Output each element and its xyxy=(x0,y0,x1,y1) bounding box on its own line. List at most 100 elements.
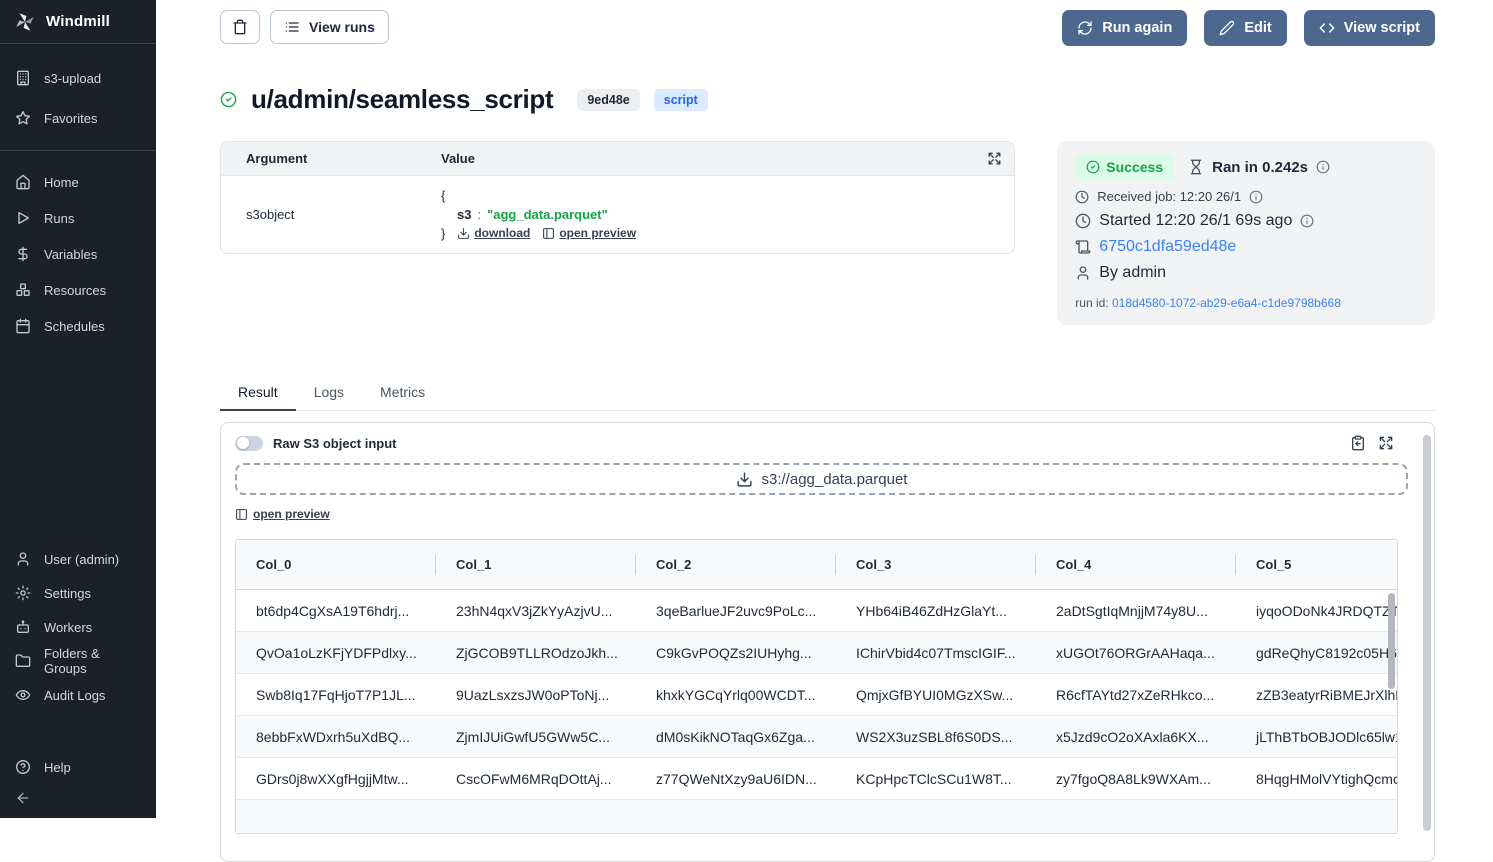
sidebar-item-label: Help xyxy=(44,760,71,775)
table-cell: dM0sKikNOTaqGx6Zga... xyxy=(636,716,836,758)
table-cell: 8HqgHMolVYtighQcmc... xyxy=(1236,758,1398,800)
table-column-header: Col_2 xyxy=(636,540,836,590)
result-tabs: Result Logs Metrics xyxy=(220,375,1435,411)
result-panel-scrollbar[interactable] xyxy=(1423,435,1431,831)
s3-file-download-button[interactable]: s3://agg_data.parquet xyxy=(235,463,1408,495)
sidebar-item-home[interactable]: Home xyxy=(0,164,156,200)
run-id-label: run id: xyxy=(1075,296,1108,310)
job-hash-link[interactable]: 6750c1dfa59ed48e xyxy=(1099,238,1236,256)
info-icon[interactable] xyxy=(1316,160,1330,174)
sidebar-item-variables[interactable]: Variables xyxy=(0,236,156,272)
expand-icon xyxy=(987,151,1002,166)
open-preview-label: open preview xyxy=(253,507,330,521)
info-icon[interactable] xyxy=(1249,190,1263,204)
sidebar-item-label: Audit Logs xyxy=(44,688,105,703)
sidebar: Windmill s3-upload Favorites Home Runs V… xyxy=(0,0,156,818)
table-cell: iyqoODoNk4JRDQTZT... xyxy=(1236,590,1398,632)
edit-label: Edit xyxy=(1244,20,1271,36)
table-cell: khxkYGCqYrlq00WCDT... xyxy=(636,674,836,716)
sidebar-item-help[interactable]: Help xyxy=(0,750,156,784)
run-status-panel: Success Ran in 0.242s Received job: 12:2… xyxy=(1057,141,1435,325)
s3-path: s3://agg_data.parquet xyxy=(762,471,908,488)
folder-icon xyxy=(15,653,31,669)
table-cell: gdReQhyC8192c05H6k.. xyxy=(1236,632,1398,674)
table-column-header: Col_5 xyxy=(1236,540,1398,590)
dollar-icon xyxy=(15,246,31,262)
sidebar-item-label: Home xyxy=(44,175,79,190)
sidebar-item-label: Resources xyxy=(44,283,106,298)
table-row: bt6dp4CgXsA19T6hdrj...23hN4qxV3jZkYyAzjv… xyxy=(236,590,1398,632)
table-cell: CscOFwM6MRqDOttAj... xyxy=(436,758,636,800)
sidebar-item-audit-logs[interactable]: Audit Logs xyxy=(0,678,156,712)
download-icon xyxy=(457,227,470,240)
robot-icon xyxy=(15,619,31,635)
view-script-button[interactable]: View script xyxy=(1304,10,1435,46)
hourglass-icon xyxy=(1188,159,1204,175)
toolbar: View runs Run again Edit View script xyxy=(220,10,1435,46)
tab-logs[interactable]: Logs xyxy=(296,375,362,410)
table-cell: QmjxGfBYUI0MGzXSw... xyxy=(836,674,1036,716)
sidebar-item-label: Runs xyxy=(44,211,74,226)
table-cell: z77QWeNtXzy9aU6IDN... xyxy=(636,758,836,800)
sidebar-item-runs[interactable]: Runs xyxy=(0,200,156,236)
json-key: s3 xyxy=(457,205,471,224)
table-cell: bt6dp4CgXsA19T6hdrj... xyxy=(236,590,436,632)
sidebar-item-user-admin[interactable]: User (admin) xyxy=(0,542,156,576)
app-title: Windmill xyxy=(46,13,110,30)
star-icon xyxy=(15,110,31,126)
open-preview-link[interactable]: open preview xyxy=(542,224,636,243)
download-link[interactable]: download xyxy=(457,224,530,243)
table-cell: jLThBTbOBJODlc65lw1... xyxy=(1236,716,1398,758)
open-preview-link[interactable]: open preview xyxy=(235,507,330,521)
sidebar-item-resources[interactable]: Resources xyxy=(0,272,156,308)
json-value: "agg_data.parquet" xyxy=(487,205,608,224)
panel-preview-icon xyxy=(235,508,248,521)
arguments-table: Argument Value s3object { s3 : "agg_data… xyxy=(220,141,1015,254)
panel-preview-icon xyxy=(542,227,555,240)
tab-metrics[interactable]: Metrics xyxy=(362,375,443,410)
sidebar-item-favorites[interactable]: Favorites xyxy=(0,98,156,138)
copy-clipboard-icon[interactable] xyxy=(1350,435,1366,451)
sidebar-item-s3-upload[interactable]: s3-upload xyxy=(0,58,156,98)
expand-args-button[interactable] xyxy=(974,151,1014,166)
hash-badge: 9ed48e xyxy=(577,89,639,111)
pencil-icon xyxy=(1219,20,1235,36)
run-id-row: run id: 018d4580-1072-ab29-e6a4-c1de9798… xyxy=(1075,296,1417,310)
sidebar-collapse-button[interactable] xyxy=(0,784,156,812)
clock-icon xyxy=(1075,190,1089,204)
table-column-header: Col_0 xyxy=(236,540,436,590)
code-icon xyxy=(1319,20,1335,36)
table-cell: Swb8Iq17FqHjoT7P1JL... xyxy=(236,674,436,716)
sidebar-item-folders-groups[interactable]: Folders & Groups xyxy=(0,644,156,678)
table-scrollbar[interactable] xyxy=(1388,593,1395,689)
raw-s3-toggle[interactable] xyxy=(235,436,263,451)
sidebar-item-schedules[interactable]: Schedules xyxy=(0,308,156,344)
edit-button[interactable]: Edit xyxy=(1204,10,1286,46)
info-icon[interactable] xyxy=(1300,214,1314,228)
sidebar-header[interactable]: Windmill xyxy=(0,0,156,44)
tab-result[interactable]: Result xyxy=(220,375,296,410)
table-cell: ZjGCOB9TLLROdzoJkh... xyxy=(436,632,636,674)
view-runs-button[interactable]: View runs xyxy=(270,10,389,44)
sidebar-item-workers[interactable]: Workers xyxy=(0,610,156,644)
started-text: Started 12:20 26/1 69s ago xyxy=(1099,212,1292,230)
table-cell: KCpHpcTClcSCu1W8T... xyxy=(836,758,1036,800)
table-row: QvOa1oLzKFjYDFPdlxy...ZjGCOB9TLLROdzoJkh… xyxy=(236,632,1398,674)
table-cell: GDrs0j8wXXgfHgjjMtw... xyxy=(236,758,436,800)
eye-icon xyxy=(15,687,31,703)
sidebar-item-settings[interactable]: Settings xyxy=(0,576,156,610)
table-row-partial xyxy=(236,800,1398,833)
arg-name: s3object xyxy=(221,207,441,222)
result-panel: Raw S3 object input s3://agg_data.parque… xyxy=(220,422,1435,862)
sidebar-item-label: Schedules xyxy=(44,319,105,334)
title-row: u/admin/seamless_script 9ed48e script xyxy=(220,84,1435,115)
sidebar-item-label: Variables xyxy=(44,247,97,262)
run-again-button[interactable]: Run again xyxy=(1062,10,1187,46)
run-id-link[interactable]: 018d4580-1072-ab29-e6a4-c1de9798b668 xyxy=(1112,296,1341,310)
table-cell: 23hN4qxV3jZkYyAzjvU... xyxy=(436,590,636,632)
sidebar-item-label: s3-upload xyxy=(44,71,101,86)
table-column-header: Col_3 xyxy=(836,540,1036,590)
table-cell: 2aDtSgtIqMnjjM74y8U... xyxy=(1036,590,1236,632)
expand-icon[interactable] xyxy=(1378,435,1394,451)
delete-button[interactable] xyxy=(220,10,260,44)
